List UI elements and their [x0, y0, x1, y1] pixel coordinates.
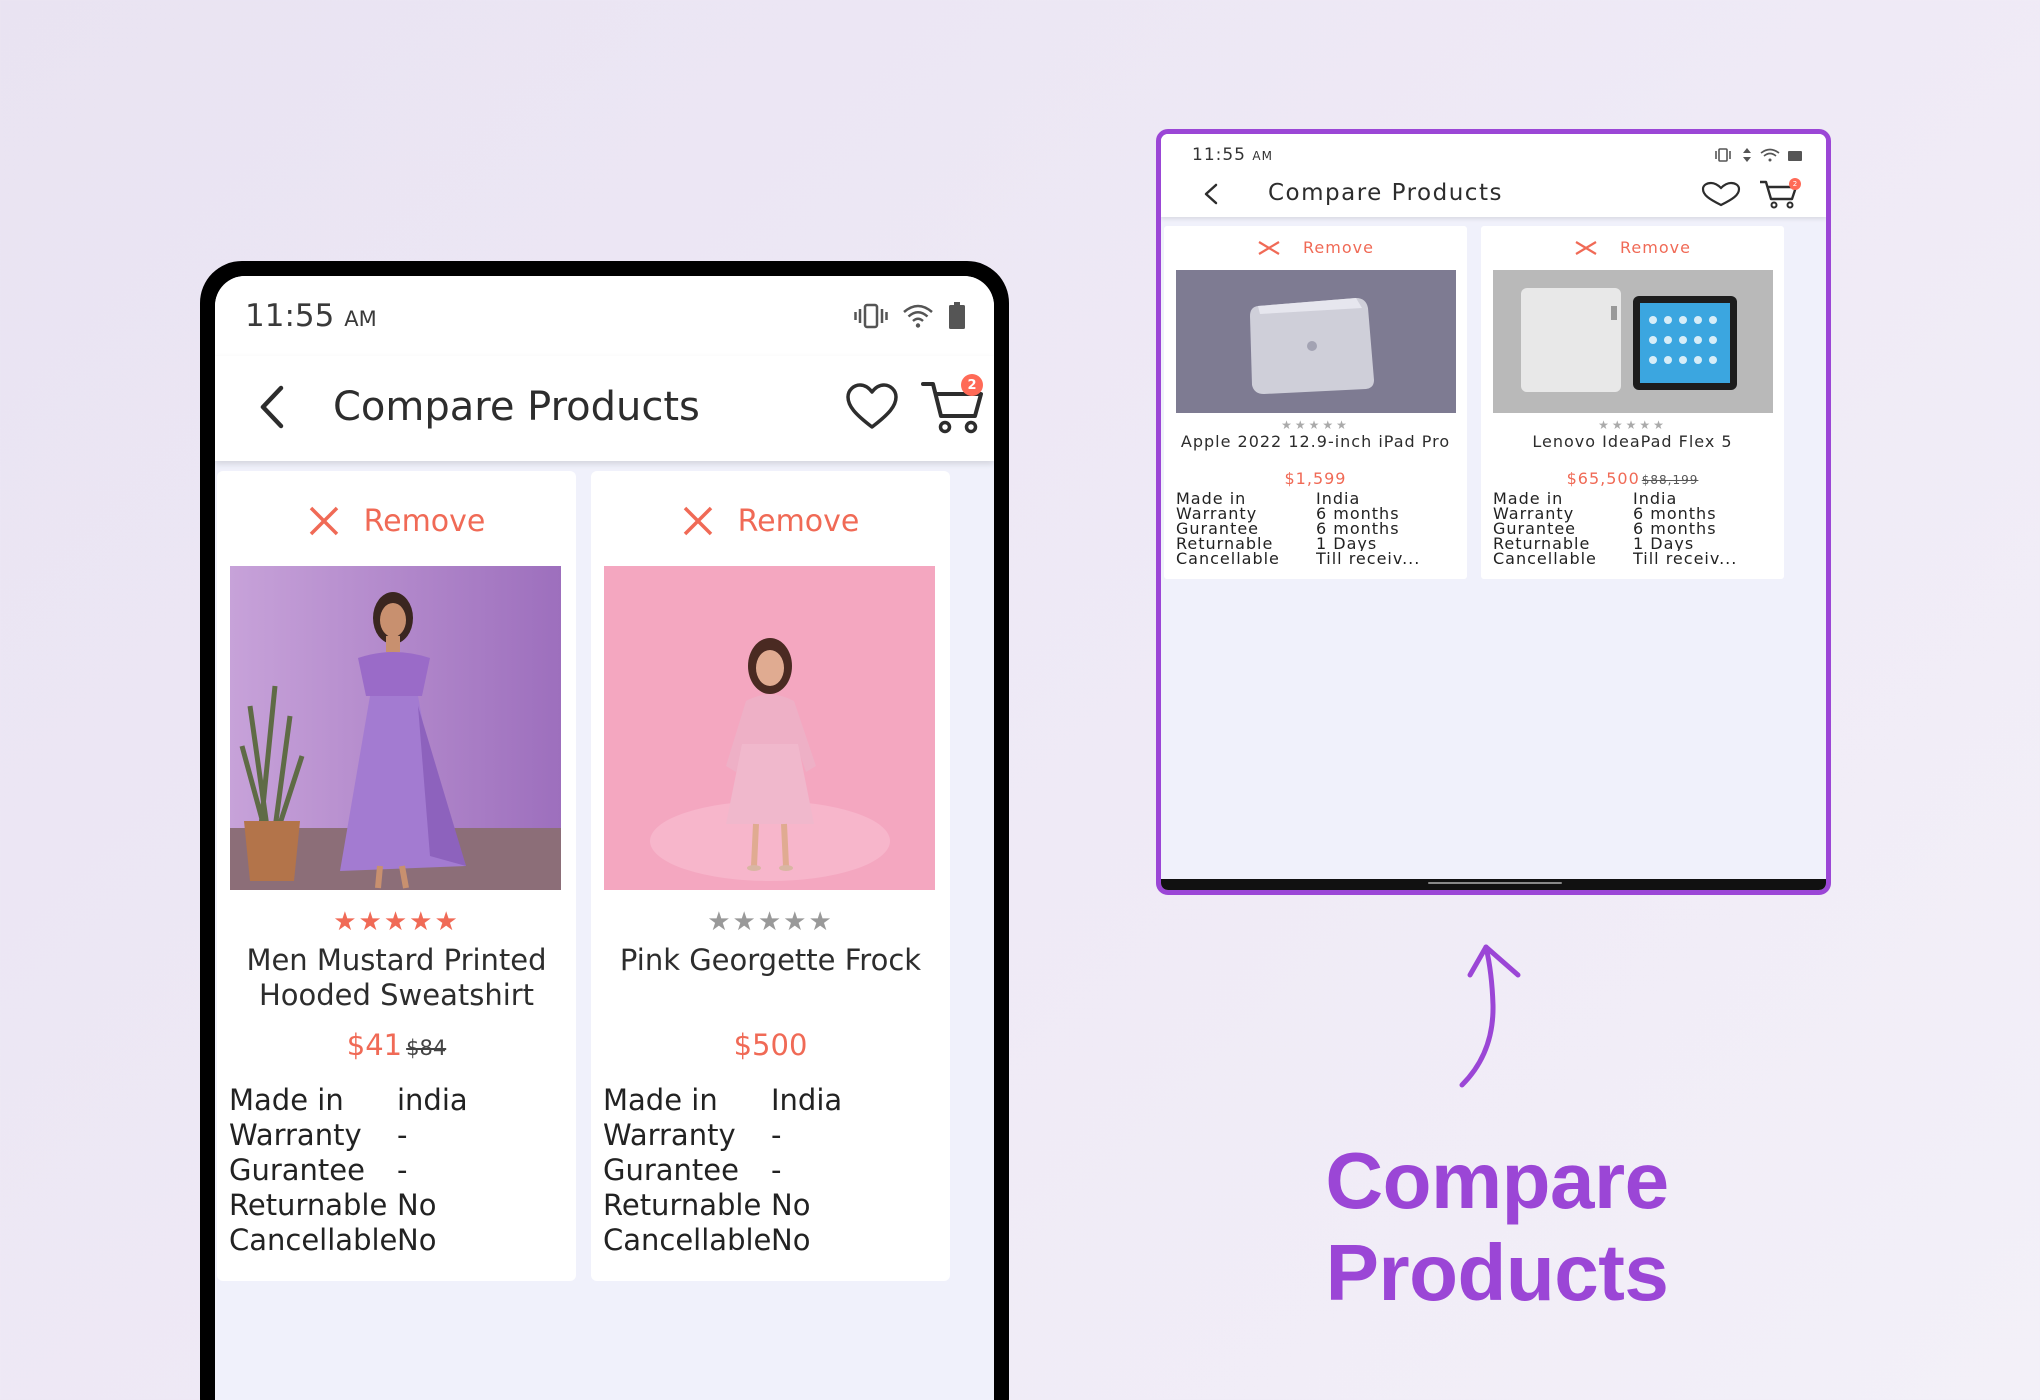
spec-row: Cancellable No — [229, 1223, 437, 1257]
spec-row: Gurantee - — [603, 1153, 782, 1187]
spec-table: Made in India Warranty - Gurantee - Returna… — [603, 1083, 943, 1258]
phone-large: 11:55 AM Compare Products 2 Remove ★★★★★… — [200, 261, 1009, 1400]
spec-row: Gurantee - — [229, 1153, 408, 1187]
product-price: $1,599 — [1284, 469, 1347, 488]
home-indicator[interactable] — [1428, 882, 1562, 884]
phone-large-screen: 11:55 AM Compare Products 2 Remove ★★★★★… — [215, 276, 994, 1400]
spec-table: Made in India Warranty 6 months Gurantee 6 … — [1176, 491, 1461, 568]
back-arrow-icon[interactable] — [253, 382, 293, 432]
status-icons — [1712, 148, 1802, 162]
spec-row: Returnable No — [229, 1188, 437, 1222]
spec-row: Cancellable No — [603, 1223, 811, 1257]
page-title: Compare Products — [333, 384, 700, 430]
product-price: $41 $84 — [346, 1028, 447, 1062]
status-bar: 11:55 AM — [215, 276, 994, 356]
cart-badge: 2 — [1789, 178, 1801, 190]
status-time: 11:55 AM — [1192, 145, 1273, 165]
product-image[interactable] — [604, 566, 935, 890]
remove-button[interactable]: Remove — [217, 501, 576, 541]
product-name[interactable]: Lenovo IdeaPad Flex 5 — [1487, 434, 1778, 450]
wifi-icon — [1760, 148, 1780, 162]
product-image[interactable] — [230, 566, 561, 890]
spec-row: Warranty - — [229, 1118, 408, 1152]
app-header: 11:55 AM Compare Products 2 — [1161, 134, 1826, 217]
product-card: Remove ★★★★★ Apple 2022 12.9-inch iPad P… — [1164, 226, 1467, 579]
close-icon — [683, 506, 712, 536]
old-price: $88,199 — [1641, 473, 1699, 487]
gesture-nav-bar — [1161, 879, 1826, 890]
page-title: Compare Products — [1268, 180, 1503, 206]
product-image[interactable] — [1176, 270, 1456, 413]
star-icon: ★★★★★ — [707, 907, 834, 937]
remove-label: Remove — [737, 503, 860, 539]
spec-table: Made in india Warranty - Gurantee - Returna… — [229, 1083, 569, 1258]
vibrate-icon — [1715, 148, 1731, 162]
product-image[interactable] — [1493, 270, 1773, 413]
data-arrows-icon — [1743, 148, 1751, 162]
spec-row: Made in india — [229, 1083, 468, 1117]
product-card: Remove — [591, 471, 950, 1281]
product-card: Remove ★★★★★ Lenovo IdeaPad Flex 5 $65,5… — [1481, 226, 1784, 579]
status-time: 11:55 AM — [245, 298, 377, 334]
star-icon: ★★★★★ — [333, 907, 460, 937]
rating-stars: ★★★★★ — [217, 907, 576, 937]
old-price: $84 — [406, 1036, 447, 1060]
star-icon: ★★★★★ — [1281, 418, 1350, 432]
rating-stars: ★★★★★ — [1481, 418, 1784, 432]
curved-arrow-icon — [1459, 944, 1521, 1088]
remove-button[interactable]: Remove — [1164, 238, 1467, 257]
spec-row: Returnable No — [603, 1188, 811, 1222]
remove-button[interactable]: Remove — [591, 501, 950, 541]
product-name[interactable]: Men Mustard Printed Hooded Sweatshirt — [227, 943, 566, 1013]
product-name[interactable]: Pink Georgette Frock — [601, 943, 940, 978]
close-icon — [1258, 240, 1280, 255]
battery-icon — [1788, 151, 1802, 161]
app-header: Compare Products 2 — [215, 356, 994, 461]
back-arrow-icon[interactable] — [1201, 182, 1221, 206]
spec-row: Warranty - — [603, 1118, 782, 1152]
remove-label: Remove — [1303, 238, 1374, 257]
headline: Compare Products — [1325, 1136, 1669, 1317]
remove-label: Remove — [1620, 238, 1691, 257]
product-price: $500 — [733, 1028, 808, 1062]
close-icon — [1575, 240, 1597, 255]
spec-row: Made in India — [603, 1083, 843, 1117]
battery-icon — [949, 302, 965, 329]
product-price: $65,500 $88,199 — [1566, 469, 1699, 488]
spec-row: Cancellable Till receiv... — [1176, 549, 1421, 568]
star-icon: ★★★★★ — [1598, 418, 1667, 432]
spec-row: Cancellable Till receiv... — [1493, 549, 1738, 568]
spec-table: Made in India Warranty 6 months Gurantee 6 … — [1493, 491, 1778, 568]
product-card: Remove — [217, 471, 576, 1281]
rating-stars: ★★★★★ — [591, 907, 950, 937]
cart-badge: 2 — [961, 374, 983, 396]
remove-button[interactable]: Remove — [1481, 238, 1784, 257]
rating-stars: ★★★★★ — [1164, 418, 1467, 432]
vibrate-icon — [854, 303, 888, 329]
close-icon — [309, 506, 338, 536]
product-name[interactable]: Apple 2022 12.9-inch iPad Pro — [1170, 434, 1461, 450]
wishlist-heart-icon[interactable] — [845, 382, 899, 432]
status-icons — [854, 302, 966, 330]
phone-small: 11:55 AM Compare Products 2 Remove ★★★★★… — [1156, 129, 1831, 895]
wifi-icon — [903, 304, 933, 328]
wishlist-heart-icon[interactable] — [1699, 181, 1743, 207]
remove-label: Remove — [363, 503, 486, 539]
